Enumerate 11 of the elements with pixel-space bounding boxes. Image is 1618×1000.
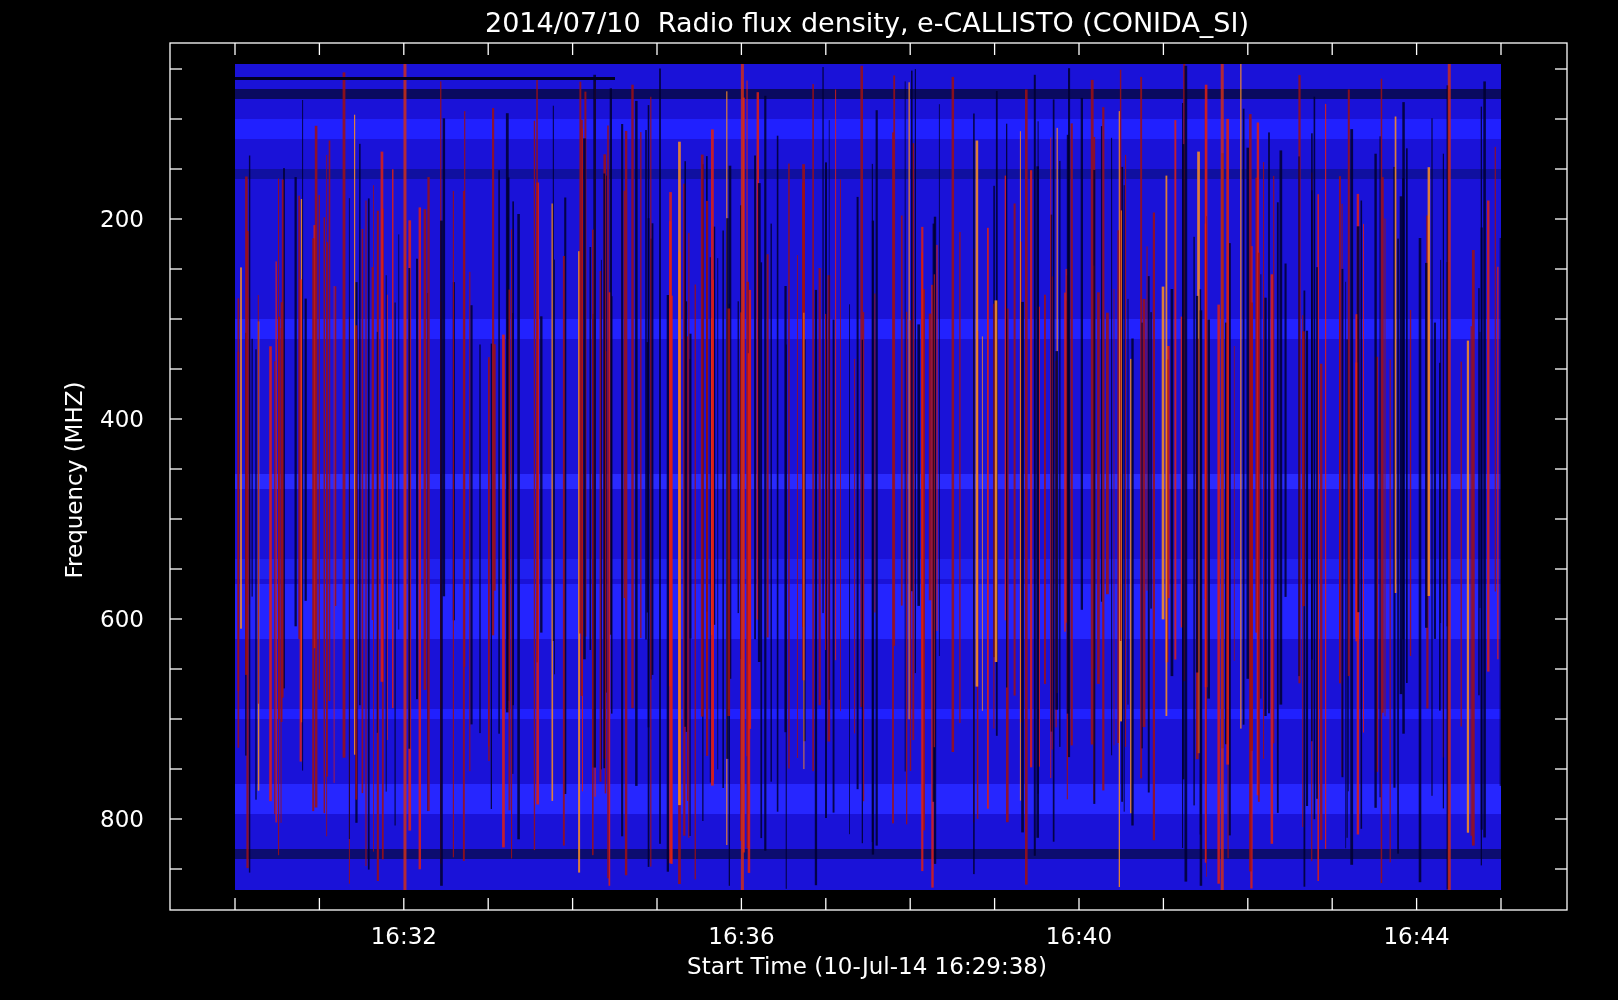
tick-label: 800 <box>100 806 144 832</box>
tick-label: 400 <box>100 406 144 432</box>
axis-label: Frequency (MHZ) <box>61 381 87 579</box>
tick-label: 16:36 <box>708 923 775 949</box>
tick-label: 200 <box>100 206 144 232</box>
tick-label: 16:44 <box>1383 923 1450 949</box>
tick-label: 600 <box>100 606 144 632</box>
axis-label: Start Time (10-Jul-14 16:29:38) <box>687 953 1047 979</box>
tick-label: 16:40 <box>1045 923 1113 949</box>
chart-title: 2014/07/10 Radio flux density, e-CALLISTO (CONIDA_SI) <box>485 7 1249 38</box>
tick-label: 16:32 <box>370 923 437 949</box>
